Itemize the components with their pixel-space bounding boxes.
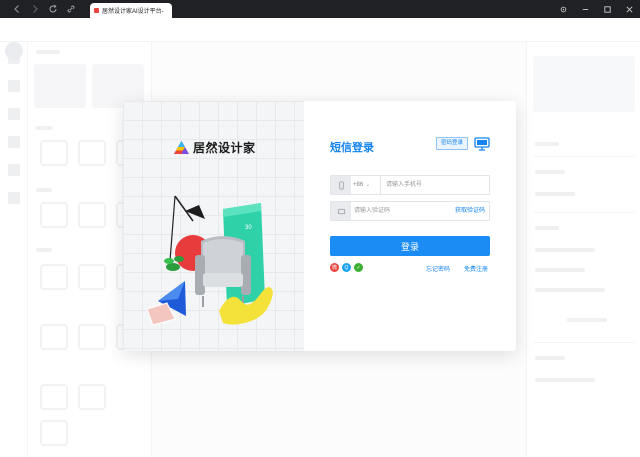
message-icon (331, 202, 351, 220)
tab-title: 居然设计家AI设计平台- (102, 9, 164, 15)
qq-icon[interactable]: Q (342, 263, 351, 272)
social-login-group: 微 Q ✓ (330, 263, 363, 272)
settings-icon[interactable] (552, 0, 574, 18)
window-controls (552, 0, 640, 18)
get-code-button[interactable]: 获取验证码 (455, 202, 485, 220)
phone-field: +86 ⌄ (330, 175, 490, 195)
wechat-icon[interactable]: ✓ (354, 263, 363, 272)
modal-illustration-panel: 居然设计家 30 (123, 101, 304, 351)
reload-icon[interactable] (44, 0, 62, 18)
phone-input[interactable] (386, 177, 486, 193)
code-field: 获取验证码 (330, 201, 490, 221)
brand-name: 居然设计家 (193, 141, 256, 155)
close-window-icon[interactable] (618, 0, 640, 18)
back-icon[interactable] (8, 0, 26, 18)
forward-icon[interactable] (26, 0, 44, 18)
monitor-switch-icon[interactable] (474, 136, 490, 152)
login-title: 短信登录 (330, 142, 374, 154)
code-input[interactable] (354, 203, 444, 219)
register-link[interactable]: 免费注册 (464, 264, 488, 273)
browser-toolbar: 居然设计家AI设计平台- (0, 0, 640, 18)
minimize-icon[interactable] (574, 0, 596, 18)
country-code-value: +86 (353, 182, 364, 188)
country-code-select[interactable]: +86 ⌄ (353, 176, 381, 194)
chevron-down-icon: ⌄ (365, 182, 371, 188)
brand-logo: 居然设计家 (174, 139, 256, 156)
maximize-icon[interactable] (596, 0, 618, 18)
forgot-password-link[interactable]: 忘记密码 (426, 264, 450, 273)
link-icon[interactable] (62, 0, 80, 18)
site-favicon-icon (94, 8, 99, 13)
armchair-illustration: 30 (146, 195, 273, 326)
login-button[interactable]: 登录 (330, 236, 490, 256)
svg-text:30: 30 (245, 225, 252, 231)
login-modal: 居然设计家 30 短信登录 密码登录 +86 ⌄ 请输入手机号 请输入验证码 获… (123, 101, 516, 351)
browser-tab[interactable]: 居然设计家AI设计平台- (90, 3, 172, 18)
phone-icon (331, 176, 351, 194)
password-login-tip[interactable]: 密码登录 (436, 137, 469, 150)
brand-mark-icon (174, 141, 189, 154)
login-form-panel: 短信登录 密码登录 +86⌄ 获取验证码 登录 微 Q (304, 101, 516, 351)
weibo-icon[interactable]: 微 (330, 263, 339, 272)
